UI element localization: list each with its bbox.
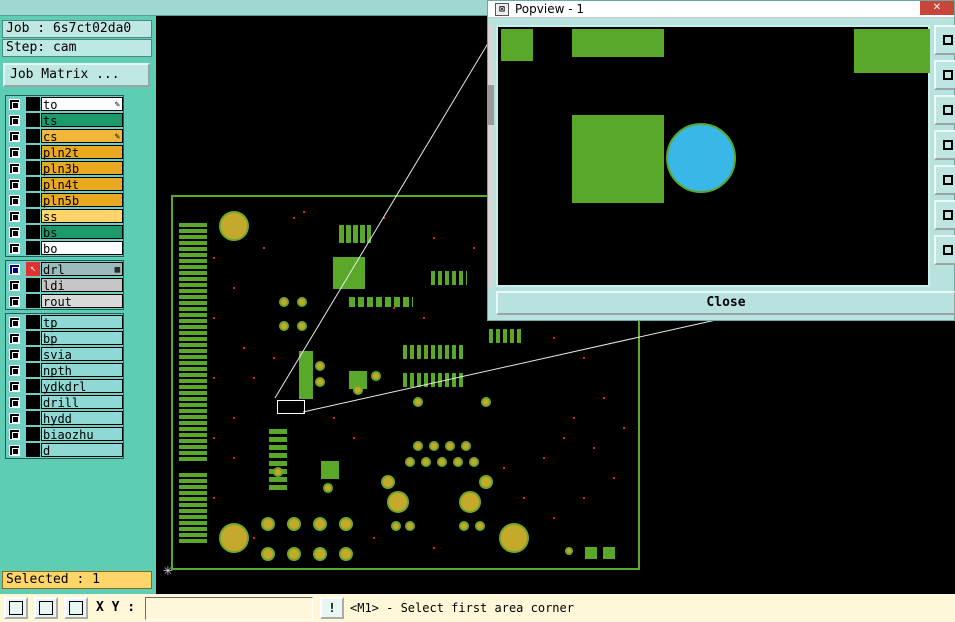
zoom-out-icon[interactable] bbox=[934, 60, 955, 90]
snap-icon[interactable] bbox=[4, 597, 28, 619]
popview-scrollbar[interactable] bbox=[488, 25, 494, 287]
xy-coordinate-input[interactable] bbox=[145, 597, 313, 620]
popview-app-icon: ⊠ bbox=[495, 3, 509, 16]
window-close-icon[interactable]: ✕ bbox=[920, 1, 954, 15]
measure-icon[interactable] bbox=[34, 597, 58, 619]
popview-close-button[interactable]: Close bbox=[496, 291, 955, 315]
origin-crosshair-icon: ✳ bbox=[163, 560, 173, 579]
pan-left-icon[interactable] bbox=[934, 130, 955, 160]
pan-vertical-icon[interactable] bbox=[934, 235, 955, 265]
popview-titlebar[interactable]: ⊠ Popview - 1 ✕ bbox=[488, 1, 954, 18]
grid-icon[interactable] bbox=[64, 597, 88, 619]
pan-right-icon[interactable] bbox=[934, 165, 955, 195]
fit-icon[interactable] bbox=[934, 95, 955, 125]
xy-label: X Y : bbox=[96, 600, 136, 615]
status-bar: X Y : ! <M1> - Select first area corner bbox=[0, 594, 955, 622]
popview-canvas[interactable] bbox=[496, 25, 930, 287]
popview-window: ⊠ Popview - 1 ✕ Close bbox=[487, 0, 955, 321]
status-message: <M1> - Select first area corner bbox=[350, 601, 574, 615]
drill-hole-circle bbox=[666, 123, 736, 193]
warning-button[interactable]: ! bbox=[320, 597, 344, 619]
popview-title: Popview - 1 bbox=[515, 2, 584, 16]
zoom-in-icon[interactable] bbox=[934, 25, 955, 55]
pan-horizontal-icon[interactable] bbox=[934, 200, 955, 230]
